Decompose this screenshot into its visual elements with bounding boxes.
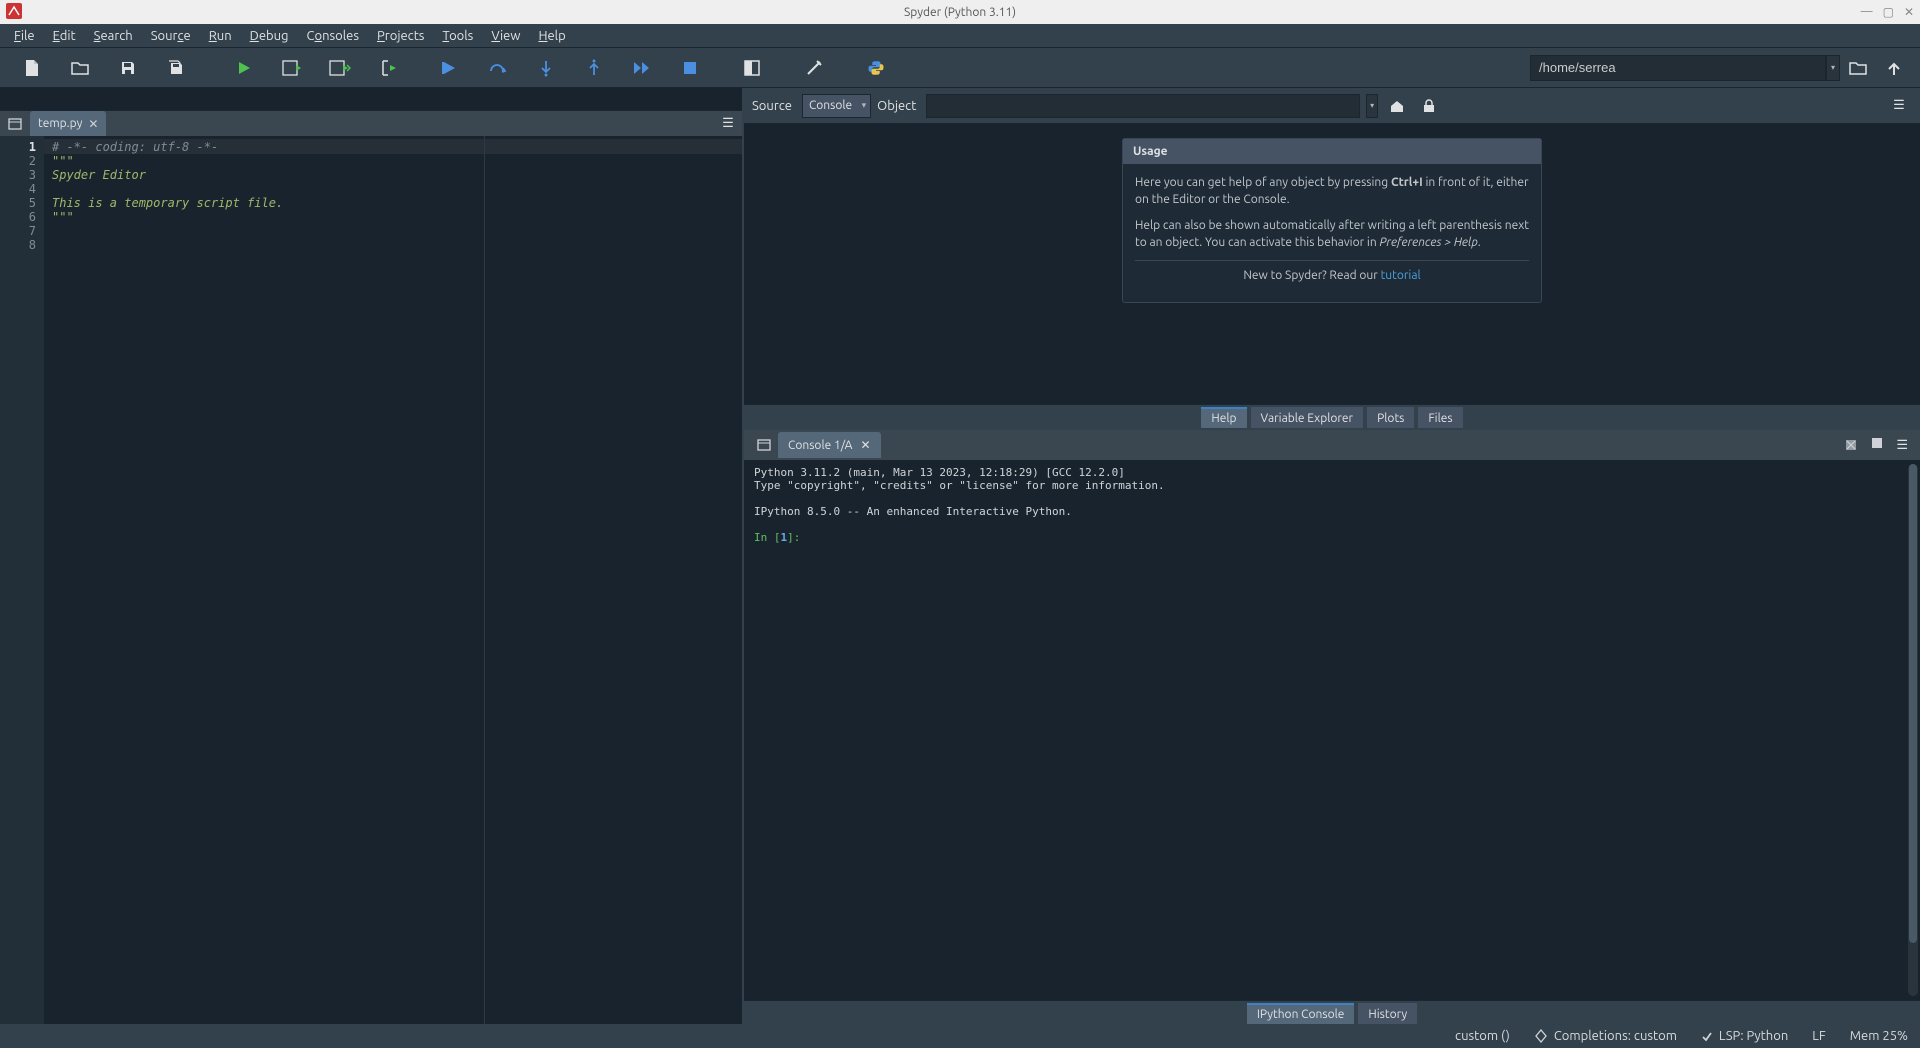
help-usage-footer: New to Spyder? Read our tutorial: [1135, 267, 1529, 284]
preferences-button[interactable]: [790, 48, 838, 88]
window-title: Spyder (Python 3.11): [904, 6, 1016, 19]
help-content: Usage Here you can get help of any objec…: [744, 124, 1920, 404]
save-button[interactable]: [104, 48, 152, 88]
editor-tabbar: temp.py ✕ ☰: [0, 110, 742, 136]
console-pane: Console 1/A ✕ ☰ Python 3.11.2 (main, Mar…: [744, 428, 1920, 1024]
tab-variable-explorer[interactable]: Variable Explorer: [1251, 407, 1364, 428]
python-path-button[interactable]: [852, 48, 900, 88]
tab-help[interactable]: Help: [1201, 407, 1246, 428]
menu-edit[interactable]: Edit: [45, 27, 84, 45]
menu-tools[interactable]: Tools: [434, 27, 481, 45]
menu-file[interactable]: File: [6, 27, 43, 45]
parent-dir-button[interactable]: [1876, 48, 1912, 88]
editor-ruler: [484, 136, 485, 1024]
console-scrollbar[interactable]: [1908, 464, 1918, 996]
debug-step-out-button[interactable]: [570, 48, 618, 88]
menu-help[interactable]: Help: [530, 27, 573, 45]
window-minimize-button[interactable]: —: [1861, 5, 1873, 19]
code-editor[interactable]: 1 2 3 4 5 6 7 8 # -*- coding: utf-8 -*- …: [0, 136, 742, 1024]
help-object-label: Object: [877, 99, 916, 113]
console-tab[interactable]: Console 1/A ✕: [778, 432, 881, 458]
debug-step-into-button[interactable]: [522, 48, 570, 88]
console-tabbar: Console 1/A ✕ ☰: [744, 430, 1920, 460]
run-selection-button[interactable]: [364, 48, 412, 88]
debug-button[interactable]: [426, 48, 474, 88]
help-pane: Source Console Object ▾ ☰ Usage Here you…: [744, 88, 1920, 428]
console-pane-tabs: IPython Console History: [744, 1000, 1920, 1024]
run-cell-advance-button[interactable]: [316, 48, 364, 88]
help-home-icon[interactable]: [1384, 94, 1410, 118]
help-object-dropdown[interactable]: ▾: [1366, 94, 1378, 118]
save-all-button[interactable]: [152, 48, 200, 88]
run-file-button[interactable]: [220, 48, 268, 88]
right-pane: Source Console Object ▾ ☰ Usage Here you…: [744, 88, 1920, 1024]
tab-files[interactable]: Files: [1418, 407, 1462, 428]
editor-options-icon[interactable]: ☰: [714, 116, 742, 131]
menu-source[interactable]: Source: [143, 27, 199, 45]
tab-plots[interactable]: Plots: [1367, 407, 1414, 428]
open-file-button[interactable]: [56, 48, 104, 88]
help-source-combo[interactable]: Console: [802, 94, 871, 118]
working-dir-input[interactable]: [1530, 55, 1826, 81]
menu-projects[interactable]: Projects: [369, 27, 432, 45]
status-kite[interactable]: Completions: custom: [1534, 1029, 1677, 1043]
status-lsp[interactable]: LSP: Python: [1701, 1029, 1788, 1043]
menu-run[interactable]: Run: [201, 27, 240, 45]
debug-step-over-button[interactable]: [474, 48, 522, 88]
help-object-input[interactable]: [926, 94, 1360, 118]
console-options-icon[interactable]: ☰: [1896, 438, 1908, 453]
help-usage-title: Usage: [1123, 139, 1541, 164]
menu-consoles[interactable]: Consoles: [299, 27, 367, 45]
tab-ipython-console[interactable]: IPython Console: [1247, 1003, 1355, 1024]
help-lock-icon[interactable]: [1416, 94, 1442, 118]
editor-code-area[interactable]: # -*- coding: utf-8 -*- """ Spyder Edito…: [44, 136, 742, 1024]
editor-pane: temp.py ✕ ☰ 1 2 3 4 5 6 7 8 # -*- coding…: [0, 88, 744, 1024]
help-toolbar: Source Console Object ▾ ☰: [744, 88, 1920, 124]
run-cell-button[interactable]: [268, 48, 316, 88]
console-tab-label: Console 1/A: [788, 439, 852, 452]
help-usage-p1: Here you can get help of any object by p…: [1135, 174, 1529, 209]
menu-search[interactable]: Search: [86, 27, 141, 45]
debug-continue-button[interactable]: [618, 48, 666, 88]
spyder-app-icon: [6, 3, 22, 19]
help-source-label: Source: [752, 99, 792, 113]
console-tab-close-icon[interactable]: ✕: [860, 438, 870, 452]
menu-view[interactable]: View: [483, 27, 528, 45]
help-options-icon[interactable]: ☰: [1886, 94, 1912, 118]
help-pane-tabs: Help Variable Explorer Plots Files: [744, 404, 1920, 428]
editor-file-switcher-icon[interactable]: [0, 118, 30, 130]
menubar: File Edit Search Source Run Debug Consol…: [0, 24, 1920, 48]
console-output[interactable]: Python 3.11.2 (main, Mar 13 2023, 12:18:…: [744, 460, 1920, 1000]
statusbar: custom () Completions: custom LSP: Pytho…: [0, 1024, 1920, 1048]
working-dir-dropdown[interactable]: ▾: [1826, 55, 1840, 81]
window-close-button[interactable]: ✕: [1904, 5, 1914, 19]
console-remove-icon[interactable]: [1844, 438, 1858, 453]
editor-tab-label: temp.py: [38, 117, 82, 130]
maximize-pane-button[interactable]: [728, 48, 776, 88]
new-file-button[interactable]: [8, 48, 56, 88]
console-interrupt-icon[interactable]: [1872, 438, 1882, 453]
editor-gutter: 1 2 3 4 5 6 7 8: [0, 136, 44, 1024]
window-titlebar: Spyder (Python 3.11) — ▢ ✕: [0, 0, 1920, 24]
window-maximize-button[interactable]: ▢: [1883, 5, 1894, 19]
status-eol[interactable]: LF: [1812, 1029, 1825, 1043]
editor-tab-close-icon[interactable]: ✕: [88, 117, 98, 131]
browse-dir-button[interactable]: [1840, 48, 1876, 88]
menu-debug[interactable]: Debug: [242, 27, 297, 45]
help-usage-p2: Help can also be shown automatically aft…: [1135, 217, 1529, 252]
help-tutorial-link[interactable]: tutorial: [1381, 269, 1421, 282]
editor-tab-temp[interactable]: temp.py ✕: [30, 111, 106, 137]
status-memory: Mem 25%: [1850, 1029, 1908, 1043]
help-usage-card: Usage Here you can get help of any objec…: [1122, 138, 1542, 303]
tab-history[interactable]: History: [1358, 1003, 1417, 1024]
main-area: temp.py ✕ ☰ 1 2 3 4 5 6 7 8 # -*- coding…: [0, 88, 1920, 1024]
status-interpreter[interactable]: custom (): [1455, 1029, 1510, 1043]
main-toolbar: ▾: [0, 48, 1920, 88]
debug-stop-button[interactable]: [666, 48, 714, 88]
console-switcher-icon[interactable]: [750, 439, 778, 451]
